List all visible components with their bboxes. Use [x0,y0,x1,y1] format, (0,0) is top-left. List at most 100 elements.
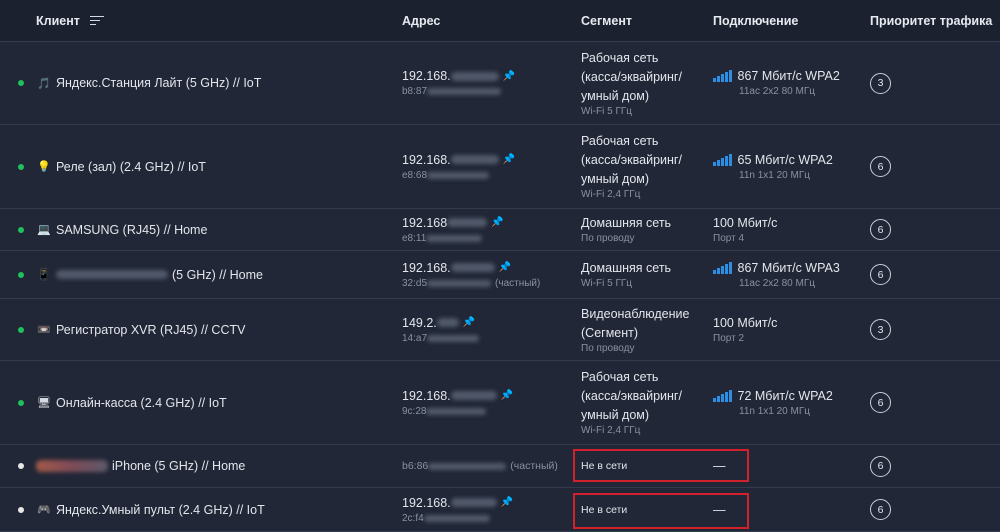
client-cell[interactable]: 💻 SAMSUNG (RJ45) // Home [36,223,402,237]
client-name[interactable]: Реле (зал) (2.4 GHz) // IoT [56,160,206,174]
table-header: Клиент Адрес Сегмент Подключение Приорит… [0,0,1000,42]
ip-address: 192.168. 📌 [402,261,581,275]
client-name[interactable]: SAMSUNG (RJ45) // Home [56,223,207,237]
client-name[interactable]: Регистратор XVR (RJ45) // CCTV [56,323,245,337]
pin-icon[interactable]: 📌 [463,317,475,328]
ip-prefix: 192.168. [402,69,451,83]
lightbulb-icon: 💡 [37,161,51,173]
address-cell: 192.168. 📌 b8:87 [402,69,581,97]
online-status-dot [18,271,24,278]
segment-name: Домашняя сеть [581,261,672,275]
ip-prefix: 192.168 [402,215,448,230]
priority-badge[interactable]: 6 [870,156,891,177]
client-name[interactable]: Яндекс.Станция Лайт (5 GHz) // IoT [56,76,261,90]
mac-prefix: b6:86 [402,460,429,472]
priority-badge[interactable]: 3 [870,319,891,340]
client-name[interactable]: iPhone (5 GHz) // Home [112,459,245,473]
phone-icon: 📱 [37,269,51,281]
header-segment[interactable]: Сегмент [581,14,713,28]
redacted-name [56,270,168,279]
table-row[interactable]: 🎮 Яндекс.Умный пульт (2.4 GHz) // IoT 192.… [0,488,1000,532]
table-row[interactable]: 🎵 Яндекс.Станция Лайт (5 GHz) // IoT 192.1… [0,42,1000,125]
pin-icon[interactable]: 📌 [491,217,503,228]
mac-prefix: e8:68 [402,169,428,181]
priority-cell: 6 [870,392,1000,413]
online-status-dot [18,326,24,333]
mac-address: e8:68 [402,170,581,181]
segment-name: Рабочая сеть [581,50,659,65]
table-row[interactable]: 💻 SAMSUNG (RJ45) // Home 192.168 📌 e8:11 Дома… [0,209,1000,251]
online-status-dot [18,80,24,86]
segment-name: Домашняя сеть [581,216,672,230]
client-cell[interactable]: 🖥 Онлайн-касса (2.4 GHz) // IoT [36,396,402,410]
priority-badge[interactable]: 6 [870,392,891,413]
header-connection[interactable]: Подключение [713,14,870,28]
ip-address: 192.168. 📌 [402,389,581,403]
segment-cell: Рабочая сеть (касса/эквайринг/умный дом) W… [581,49,713,118]
redacted-mac [428,462,507,470]
table-row[interactable]: iPhone (5 GHz) // Home b6:86 (частный) Не в… [0,445,1000,488]
address-cell: 192.168. 📌 2c:f4 [402,496,581,524]
segment-medium: Wi-Fi 5 ГГц [581,278,632,289]
segment-name: Рабочая сеть [581,370,659,384]
connection-speed: 72 Мбит/с WPA2 [713,389,870,403]
status-cell [0,399,36,406]
private-mac-label: (частный) [510,460,558,472]
mac-address: 14:a7 [402,333,581,344]
sort-lines-icon[interactable] [89,15,104,26]
header-client[interactable]: Клиент [36,14,402,28]
pin-icon[interactable]: 📌 [503,154,515,165]
status-cell [0,80,36,86]
wifi-signal-icon [713,153,732,166]
wifi-signal-icon [713,70,732,82]
table-row[interactable]: 💡 Реле (зал) (2.4 GHz) // IoT 192.168. 📌 e8:… [0,125,1000,209]
client-name[interactable]: Яндекс.Умный пульт (2.4 GHz) // IoT [56,503,265,517]
mac-address: 2c:f4 [402,513,581,524]
redacted-ip [436,318,459,327]
table-row[interactable]: 📼 Регистратор XVR (RJ45) // CCTV 149.2. 📌 14… [0,299,1000,361]
connection-cell: 867 Мбит/с WPA2 11ac 2x2 80 МГц [713,69,870,97]
header-priority[interactable]: Приоритет трафика [870,14,1000,28]
client-cell[interactable]: 📼 Регистратор XVR (RJ45) // CCTV [36,323,402,337]
music-icon: 🎵 [37,77,51,90]
priority-badge[interactable]: 6 [870,219,891,240]
segment-name: умный дом) [581,172,650,186]
pin-icon[interactable]: 📌 [499,262,511,273]
redacted-mac [427,279,492,287]
priority-cell: 6 [870,156,1000,177]
ip-address: 192.168. 📌 [402,153,581,167]
connection-details: Порт 2 [713,332,745,344]
status-cell [0,463,36,469]
header-address[interactable]: Адрес [402,14,581,28]
gamepad-icon: 🎮 [37,504,51,516]
priority-badge[interactable]: 6 [870,264,891,285]
segment-medium: По проводу [581,342,635,354]
offline-status-dot [18,463,24,469]
client-cell[interactable]: 🎵 Яндекс.Станция Лайт (5 GHz) // IoT [36,76,402,90]
priority-badge[interactable]: 6 [870,499,891,520]
client-name[interactable]: (5 GHz) // Home [172,268,263,282]
ip-address: 192.168 📌 [402,216,581,230]
table-row[interactable]: 🖥 Онлайн-касса (2.4 GHz) // IoT 192.168. 📌 9… [0,361,1000,445]
segment-cell: Рабочая сеть (касса/эквайринг/умный дом) W… [581,368,713,437]
priority-cell: 6 [870,455,1000,477]
monitor-icon: 🖥 [37,397,51,409]
redacted-mac [427,88,502,95]
client-cell[interactable]: 📱 (5 GHz) // Home [36,268,402,282]
segment-cell: Рабочая сеть (касса/эквайринг/умный дом) W… [581,132,713,201]
table-row[interactable]: 📱 (5 GHz) // Home 192.168. 📌 32:d5 (частный) Д… [0,251,1000,299]
online-status-dot [18,163,24,170]
client-cell[interactable]: 💡 Реле (зал) (2.4 GHz) // IoT [36,160,402,174]
priority-badge[interactable]: 6 [870,455,891,477]
client-name[interactable]: Онлайн-касса (2.4 GHz) // IoT [56,396,227,410]
pin-icon[interactable]: 📌 [503,71,515,82]
pin-icon[interactable]: 📌 [501,497,513,508]
redacted-mac [427,334,480,342]
mac-prefix: 32:d5 [402,277,428,289]
mac-address: 9c:28 [402,406,581,417]
priority-badge[interactable]: 3 [870,72,891,94]
client-cell[interactable]: iPhone (5 GHz) // Home [36,459,402,473]
pin-icon[interactable]: 📌 [501,390,513,401]
client-cell[interactable]: 🎮 Яндекс.Умный пульт (2.4 GHz) // IoT [36,503,402,517]
offline-highlight-box [573,449,749,482]
